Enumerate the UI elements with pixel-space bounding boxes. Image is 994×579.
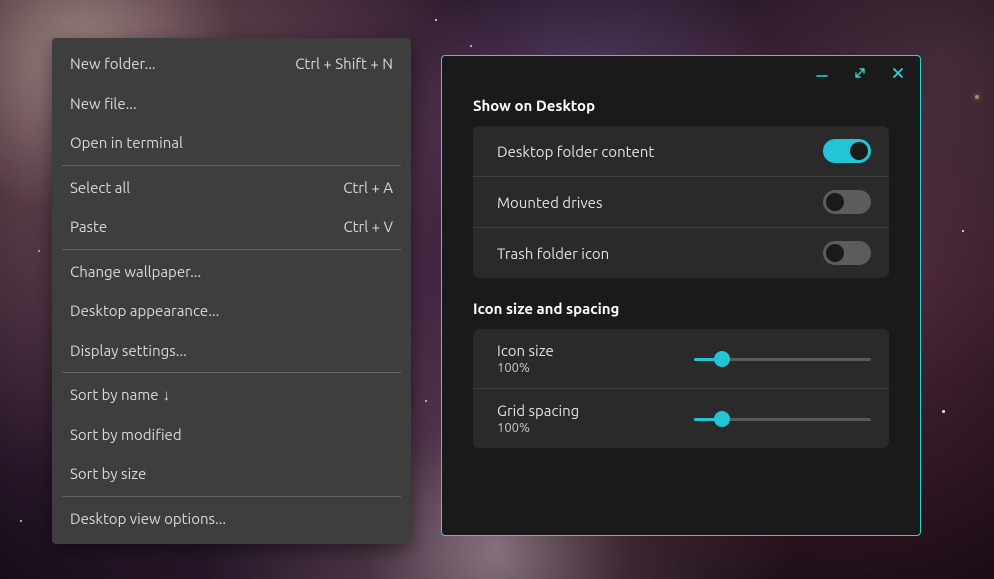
maximize-icon[interactable] — [852, 65, 868, 81]
setting-label: Icon size — [497, 342, 554, 359]
menu-item-label: New folder... — [70, 54, 156, 74]
menu-item-label: Open in terminal — [70, 133, 183, 153]
menu-item-change-wallpaper[interactable]: Change wallpaper... — [52, 252, 411, 292]
menu-item-sort-by-name[interactable]: Sort by name↓ — [52, 375, 411, 415]
section-title-icon: Icon size and spacing — [473, 300, 889, 317]
toggle-knob — [826, 193, 844, 211]
show-on-desktop-panel: Desktop folder content Mounted drives Tras… — [473, 126, 889, 278]
toggle-trash-folder-icon[interactable] — [823, 241, 871, 265]
toggle-knob — [826, 244, 844, 262]
setting-row-mounted-drives: Mounted drives — [473, 176, 889, 227]
setting-row-grid-spacing: Grid spacing 100% — [473, 388, 889, 448]
slider-thumb[interactable] — [714, 411, 730, 427]
toggle-mounted-drives[interactable] — [823, 190, 871, 214]
setting-label: Grid spacing — [497, 402, 579, 419]
setting-row-trash-folder-icon: Trash folder icon — [473, 227, 889, 278]
setting-row-desktop-folder-content: Desktop folder content — [473, 126, 889, 176]
menu-separator — [62, 165, 401, 166]
menu-item-paste[interactable]: Paste Ctrl + V — [52, 207, 411, 247]
icon-size-spacing-panel: Icon size 100% Grid spacing 100% — [473, 329, 889, 448]
menu-item-label: Sort by modified — [70, 425, 182, 445]
setting-row-icon-size: Icon size 100% — [473, 329, 889, 388]
menu-item-desktop-appearance[interactable]: Desktop appearance... — [52, 291, 411, 331]
menu-separator — [62, 372, 401, 373]
close-icon[interactable] — [890, 65, 906, 81]
menu-item-desktop-view-options[interactable]: Desktop view options... — [52, 499, 411, 539]
section-title-show: Show on Desktop — [473, 97, 889, 114]
setting-label: Desktop folder content — [497, 143, 654, 160]
menu-item-open-in-terminal[interactable]: Open in terminal — [52, 123, 411, 163]
menu-separator — [62, 496, 401, 497]
menu-item-label: Desktop view options... — [70, 509, 226, 529]
menu-item-shortcut: Ctrl + A — [343, 178, 393, 198]
setting-value-text: 100% — [497, 421, 579, 435]
menu-item-label: Paste — [70, 217, 107, 237]
menu-item-shortcut: Ctrl + V — [343, 217, 393, 237]
menu-item-new-folder[interactable]: New folder... Ctrl + Shift + N — [52, 44, 411, 84]
menu-item-sort-by-size[interactable]: Sort by size — [52, 454, 411, 494]
menu-item-shortcut: Ctrl + Shift + N — [295, 54, 393, 74]
menu-item-display-settings[interactable]: Display settings... — [52, 331, 411, 371]
menu-item-label: Sort by name↓ — [70, 385, 170, 405]
sort-ascending-arrow-icon: ↓ — [163, 386, 171, 403]
menu-item-label: New file... — [70, 94, 137, 114]
slider-icon-size[interactable] — [694, 350, 871, 368]
setting-label: Trash folder icon — [497, 245, 609, 262]
toggle-desktop-folder-content[interactable] — [823, 139, 871, 163]
desktop-view-options-window: Show on Desktop Desktop folder content Mo… — [441, 55, 921, 536]
minimize-icon[interactable] — [814, 65, 830, 81]
toggle-knob — [850, 142, 868, 160]
setting-label: Mounted drives — [497, 194, 602, 211]
menu-separator — [62, 249, 401, 250]
menu-item-select-all[interactable]: Select all Ctrl + A — [52, 168, 411, 208]
slider-grid-spacing[interactable] — [694, 410, 871, 428]
menu-item-label: Select all — [70, 178, 130, 198]
menu-item-label: Display settings... — [70, 341, 187, 361]
desktop-context-menu: New folder... Ctrl + Shift + N New file...… — [52, 38, 411, 544]
setting-value-text: 100% — [497, 361, 554, 375]
menu-item-new-file[interactable]: New file... — [52, 84, 411, 124]
slider-thumb[interactable] — [714, 351, 730, 367]
menu-item-label: Change wallpaper... — [70, 262, 201, 282]
menu-item-sort-by-modified[interactable]: Sort by modified — [52, 415, 411, 455]
menu-item-label: Sort by size — [70, 464, 146, 484]
window-titlebar[interactable] — [442, 56, 920, 85]
menu-item-label: Desktop appearance... — [70, 301, 219, 321]
